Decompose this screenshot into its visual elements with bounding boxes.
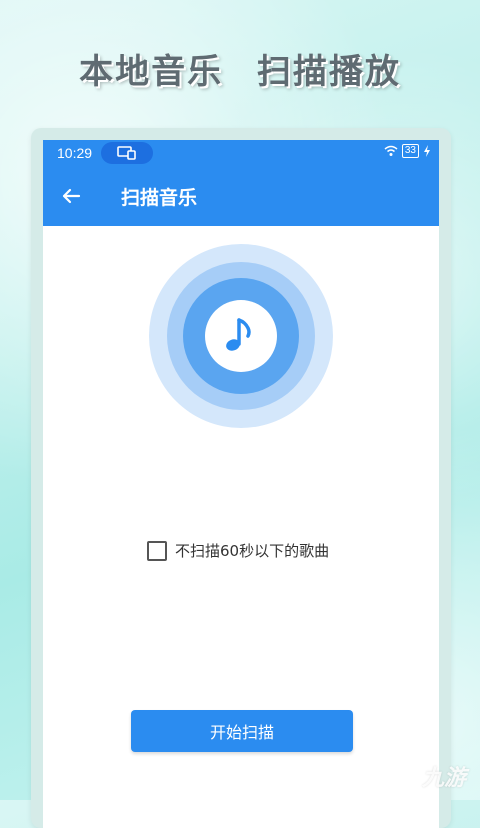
status-time: 10:29	[57, 145, 93, 161]
status-bar: 10:29 33	[43, 140, 439, 166]
wifi-icon	[384, 145, 398, 156]
scan-music-graphic	[149, 244, 333, 428]
watermark-logo-icon	[398, 761, 418, 791]
status-icons: 33	[384, 144, 431, 158]
music-note-icon	[226, 318, 251, 351]
music-note-badge	[205, 300, 277, 372]
back-arrow-icon	[62, 188, 81, 204]
app-bar: 扫描音乐	[43, 166, 439, 226]
back-button[interactable]	[59, 184, 83, 208]
watermark: 九游	[394, 760, 466, 792]
screen-cast-pill[interactable]	[101, 142, 153, 164]
page-title: 扫描音乐	[121, 187, 198, 209]
screen-cast-icon	[117, 146, 136, 160]
app-screen: 10:29 33 扫描音乐 不扫描60秒以下的歌曲 开始扫描	[43, 140, 439, 828]
promo-title-left: 本地音乐	[79, 52, 224, 92]
battery-level: 33	[401, 144, 419, 158]
charging-icon	[424, 145, 430, 157]
skip-short-songs-option[interactable]: 不扫描60秒以下的歌曲	[147, 540, 329, 561]
promo-title: 本地音乐 扫描播放	[0, 44, 480, 93]
watermark-text: 九游	[421, 766, 466, 791]
promo-title-right: 扫描播放	[256, 52, 401, 92]
start-scan-button[interactable]: 开始扫描	[131, 710, 353, 752]
device-frame: 10:29 33 扫描音乐 不扫描60秒以下的歌曲 开始扫描	[31, 128, 451, 828]
skip-short-songs-checkbox[interactable]	[147, 540, 167, 561]
skip-short-songs-label: 不扫描60秒以下的歌曲	[175, 542, 330, 560]
